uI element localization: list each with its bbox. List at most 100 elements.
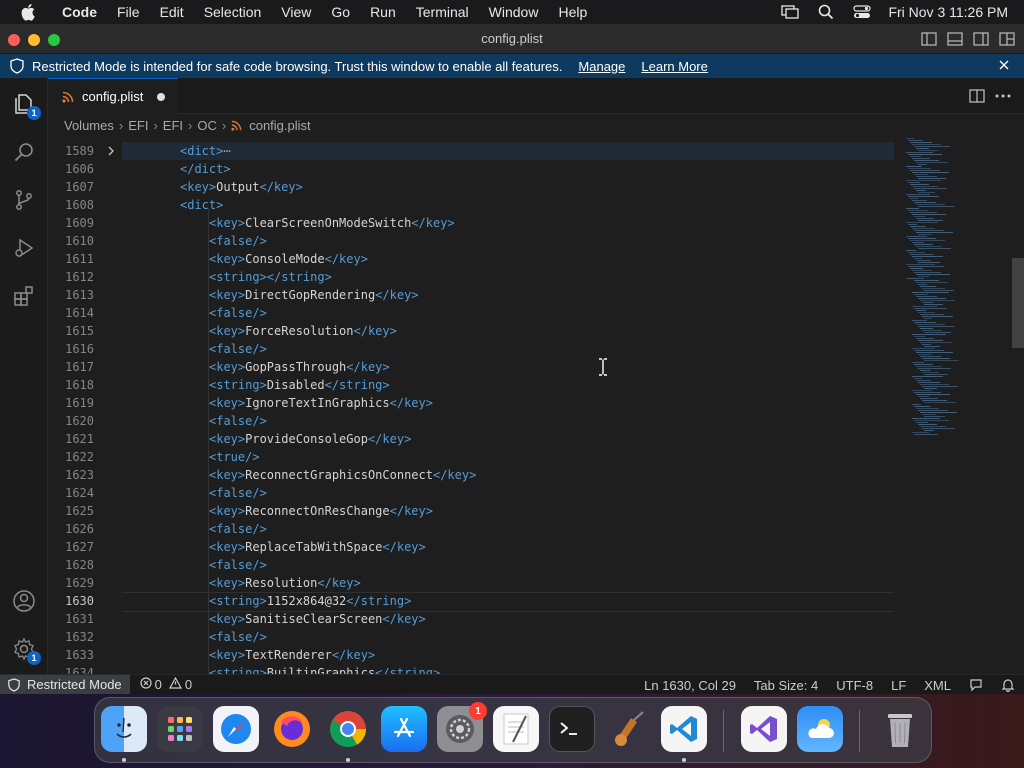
code-line[interactable]: 1618 <string>Disabled</string>	[48, 376, 898, 394]
status-eol[interactable]: LF	[891, 678, 906, 693]
fold-chevron-right-icon[interactable]	[106, 146, 116, 156]
system-settings-icon[interactable]: 1	[437, 702, 487, 752]
status-tab-size[interactable]: Tab Size: 4	[754, 678, 818, 693]
explorer-icon[interactable]: 1	[10, 90, 41, 120]
extensions-icon[interactable]	[10, 282, 38, 310]
status-problems[interactable]: 0 0	[140, 676, 195, 692]
code-line[interactable]: 1633 <key>TextRenderer</key>	[48, 646, 898, 664]
app-store-icon[interactable]	[381, 706, 427, 752]
textedit-icon[interactable]	[493, 706, 539, 752]
trash-icon[interactable]	[877, 706, 923, 752]
menu-terminal[interactable]: Terminal	[406, 0, 479, 24]
code-line[interactable]: 1631 <key>SanitiseClearScreen</key>	[48, 610, 898, 628]
run-and-debug-icon[interactable]	[10, 234, 38, 262]
code-line[interactable]: 1589 <dict>⋯	[48, 142, 898, 160]
xml-value: 1152x864@32	[266, 594, 347, 608]
code-line[interactable]: 1608 <dict>	[48, 196, 898, 214]
toggle-secondary-sidebar-icon[interactable]	[972, 30, 990, 48]
code-line[interactable]: 1609 <key>ClearScreenOnModeSwitch</key>	[48, 214, 898, 232]
code-line[interactable]: 1610 <false/>	[48, 232, 898, 250]
menu-run[interactable]: Run	[360, 0, 406, 24]
toggle-primary-sidebar-icon[interactable]	[920, 30, 938, 48]
feedback-icon[interactable]	[968, 677, 984, 693]
status-cursor-position[interactable]: Ln 1630, Col 29	[644, 678, 736, 693]
minimap-line	[916, 338, 934, 339]
code-line[interactable]: 1628 <false/>	[48, 556, 898, 574]
code-line[interactable]: 1632 <false/>	[48, 628, 898, 646]
customize-layout-icon[interactable]	[998, 30, 1016, 48]
menu-window[interactable]: Window	[479, 0, 549, 24]
app-menu[interactable]: Code	[52, 0, 107, 24]
code-line[interactable]: 1623 <key>ReconnectGraphicsOnConnect</key…	[48, 466, 898, 484]
status-language[interactable]: XML	[924, 678, 951, 693]
source-control-icon[interactable]	[10, 186, 38, 214]
text-cursor-icon	[598, 358, 608, 376]
notifications-bell-icon[interactable]	[1000, 677, 1016, 693]
toggle-panel-icon[interactable]	[946, 30, 964, 48]
code-line[interactable]: 1607 <key>Output</key>	[48, 178, 898, 196]
breadcrumb-item[interactable]: Volumes	[64, 118, 114, 133]
weather-icon[interactable]	[797, 706, 843, 752]
code-line[interactable]: 1617 <key>GopPassThrough</key>	[48, 358, 898, 376]
code-line[interactable]: 1622 <true/>	[48, 448, 898, 466]
visual-studio-icon[interactable]	[741, 706, 787, 752]
instruments-icon[interactable]	[605, 706, 651, 752]
code-line[interactable]: 1627 <key>ReplaceTabWithSpace</key>	[48, 538, 898, 556]
tab-config-plist[interactable]: config.plist	[48, 78, 178, 114]
menu-go[interactable]: Go	[321, 0, 360, 24]
editor-scrollbar[interactable]	[1012, 258, 1024, 348]
status-encoding[interactable]: UTF-8	[836, 678, 873, 693]
code-editor[interactable]: 1589 <dict>⋯ 1606 </dict> 1607 <key>Output</k…	[48, 136, 898, 674]
code-line[interactable]: 1616 <false/>	[48, 340, 898, 358]
split-editor-icon[interactable]	[968, 87, 986, 105]
screen-mirroring-icon[interactable]	[780, 3, 800, 21]
launchpad-icon[interactable]	[157, 706, 203, 752]
finder-icon[interactable]	[101, 706, 147, 752]
control-center-icon[interactable]	[852, 3, 872, 21]
minimap-line	[916, 232, 953, 233]
accounts-icon[interactable]	[10, 587, 38, 615]
code-line[interactable]: 1629 <key>Resolution</key>	[48, 574, 898, 592]
code-line[interactable]: 1624 <false/>	[48, 484, 898, 502]
status-restricted-mode[interactable]: Restricted Mode	[0, 674, 130, 695]
code-line[interactable]: 1626 <false/>	[48, 520, 898, 538]
banner-close-icon[interactable]	[996, 57, 1012, 73]
safari-icon[interactable]	[213, 706, 259, 752]
code-line[interactable]: 1611 <key>ConsoleMode</key>	[48, 250, 898, 268]
search-icon[interactable]	[10, 138, 38, 166]
more-actions-icon[interactable]	[994, 87, 1012, 105]
code-line[interactable]: 1615 <key>ForceResolution</key>	[48, 322, 898, 340]
code-text: <string></string>	[209, 268, 332, 286]
vscode-icon[interactable]	[661, 706, 707, 752]
manage-gear-icon[interactable]: 1	[10, 635, 41, 665]
code-line[interactable]: 1630 <string>1152x864@32</string>	[48, 592, 898, 612]
code-line[interactable]: 1634 <string>BuiltinGraphics</string>	[48, 664, 898, 674]
menu-view[interactable]: View	[271, 0, 321, 24]
banner-manage-link[interactable]: Manage	[578, 59, 625, 74]
menu-edit[interactable]: Edit	[150, 0, 194, 24]
menu-bar-clock[interactable]: Fri Nov 3 11:26 PM	[888, 4, 1008, 20]
code-line[interactable]: 1606 </dict>	[48, 160, 898, 178]
breadcrumb-item[interactable]: OC	[197, 118, 217, 133]
banner-learn-more-link[interactable]: Learn More	[641, 59, 707, 74]
code-line[interactable]: 1613 <key>DirectGopRendering</key>	[48, 286, 898, 304]
apple-menu-icon[interactable]	[18, 1, 40, 23]
breadcrumb-item[interactable]: config.plist	[249, 118, 310, 133]
breadcrumb-item[interactable]: EFI	[163, 118, 183, 133]
breadcrumb-item[interactable]: EFI	[128, 118, 148, 133]
minimap[interactable]	[898, 136, 1012, 674]
code-line[interactable]: 1614 <false/>	[48, 304, 898, 322]
code-line[interactable]: 1612 <string></string>	[48, 268, 898, 286]
code-line[interactable]: 1620 <false/>	[48, 412, 898, 430]
menu-help[interactable]: Help	[548, 0, 597, 24]
terminal-icon[interactable]	[549, 706, 595, 752]
chrome-icon[interactable]	[325, 706, 371, 752]
menu-selection[interactable]: Selection	[194, 0, 272, 24]
code-line[interactable]: 1621 <key>ProvideConsoleGop</key>	[48, 430, 898, 448]
code-line[interactable]: 1625 <key>ReconnectOnResChange</key>	[48, 502, 898, 520]
menu-file[interactable]: File	[107, 0, 150, 24]
spotlight-search-icon[interactable]	[816, 3, 836, 21]
code-line[interactable]: 1619 <key>IgnoreTextInGraphics</key>	[48, 394, 898, 412]
firefox-icon[interactable]	[269, 706, 315, 752]
unsaved-dot-icon[interactable]	[157, 92, 166, 101]
